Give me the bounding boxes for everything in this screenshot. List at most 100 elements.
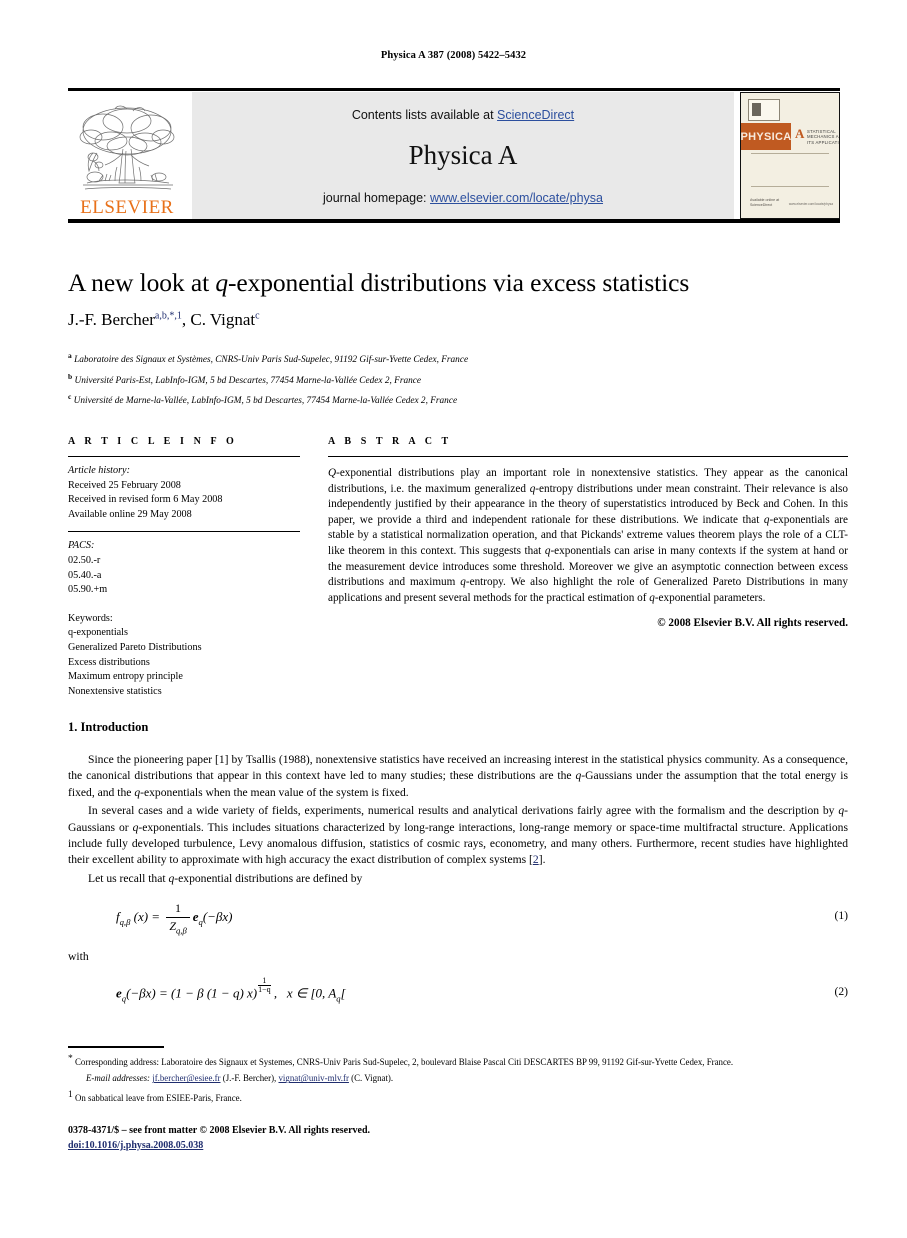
email-link-vignat[interactable]: vignat@univ-mlv.fr xyxy=(278,1073,348,1083)
cover-footer-sciencedirect: ScienceDirect xyxy=(750,203,773,207)
equation-connector-with: with xyxy=(68,949,89,963)
keyword-item: Generalized Pareto Distributions xyxy=(68,641,202,653)
cover-rule-1 xyxy=(751,153,829,154)
cover-logo-box xyxy=(748,99,780,121)
abstract-panel: A B S T R A C T Q-exponential distributi… xyxy=(328,436,848,629)
equation-1-number: (1) xyxy=(834,909,848,923)
contents-prefix: Contents lists available at xyxy=(351,108,498,122)
journal-homepage-link[interactable]: www.elsevier.com/locate/physa xyxy=(430,191,603,205)
page-title: A new look at q-exponential distribution… xyxy=(68,268,848,297)
cover-band-letter: A xyxy=(795,126,805,141)
affiliation-mark: b xyxy=(68,371,73,381)
running-head: Physica A 387 (2008) 5422–5432 xyxy=(380,50,527,61)
para-frag: ]. xyxy=(538,853,546,867)
keyword-item: Nonextensive statistics xyxy=(68,685,162,697)
journal-title: Physica A xyxy=(408,140,518,170)
introduction-section: 1. Introduction Since the pioneering pap… xyxy=(68,720,848,1003)
article-info-panel: A R T I C L E I N F O Article history: R… xyxy=(68,436,300,699)
title-post: -exponential distributions via excess st… xyxy=(228,268,690,297)
abstract-rule xyxy=(328,456,848,457)
masthead-bottom-rule xyxy=(68,219,840,223)
affiliation-text: Laboratoire des Signaux et Systèmes, CNR… xyxy=(74,355,469,366)
equation-1-body: fq,β (x) = 1 Zq,β eq(−βx) xyxy=(116,901,233,936)
pacs-label: PACS: xyxy=(68,540,95,552)
elsevier-logo: ELSEVIER xyxy=(68,92,186,219)
email-2-who: (C. Vignat). xyxy=(348,1073,394,1084)
article-info-rule-top xyxy=(68,456,300,457)
footnote-emails: E-mail addresses: jf.bercher@esiee.fr (J… xyxy=(68,1072,848,1085)
abstract-frag: -exponential parameters. xyxy=(654,591,766,604)
pacs-item: 02.50.-r xyxy=(68,554,101,566)
author-1-affil-marks: a,b,*,1 xyxy=(154,310,182,322)
cover-footer-avail: Available online at xyxy=(750,198,780,202)
intro-paragraph-1: Since the pioneering paper [1] by Tsalli… xyxy=(68,752,848,801)
sciencedirect-link[interactable]: ScienceDirect xyxy=(497,108,574,122)
cover-rule-2 xyxy=(751,186,829,187)
author-1: J.-F. Bercher xyxy=(68,310,155,329)
cover-title-band: PHYSICA A STATISTICAL MECHANICS AND ITS … xyxy=(741,123,839,150)
footnote-corresponding: * Corresponding address: Laboratoire des… xyxy=(68,1053,848,1069)
article-history-item: Received 25 February 2008 xyxy=(68,479,181,491)
para-frag: Let us recall that xyxy=(88,871,169,885)
affiliation-text: Université de Marne-la-Vallée, LabInfo-I… xyxy=(73,396,458,407)
footnote-one-mark: 1 xyxy=(68,1089,73,1100)
equation-2: eq(−βx) = (1 − β (1 − q) x) 1 1−q , x ∈ [0… xyxy=(68,975,848,1003)
para-frag: -exponential distributions are defined b… xyxy=(174,871,363,885)
cover-footer-right: www.elsevier.com/locate/physa xyxy=(788,202,833,206)
paper-page: Physica A 387 (2008) 5422–5432 ELSEVIER … xyxy=(0,0,907,1238)
contents-available-line: Contents lists available at ScienceDirec… xyxy=(192,108,734,122)
footnote-separator xyxy=(68,1046,164,1048)
fraction: 1 Zq,β xyxy=(166,901,190,936)
author-2: C. Vignat xyxy=(190,310,256,329)
masthead-top-rule xyxy=(68,88,840,91)
pacs-item: 05.90.+m xyxy=(68,584,108,596)
affiliation-item: b Université Paris-Est, LabInfo-IGM, 5 b… xyxy=(68,369,848,390)
homepage-prefix: journal homepage: xyxy=(322,191,431,205)
journal-cover-thumbnail: PHYSICA A STATISTICAL MECHANICS AND ITS … xyxy=(740,92,840,219)
keyword-item: Maximum entropy principle xyxy=(68,671,183,683)
affiliation-list: a Laboratoire des Signaux et Systèmes, C… xyxy=(68,348,848,410)
footnote-star-mark: * xyxy=(68,1054,73,1064)
title-q: q xyxy=(215,268,228,297)
abstract-copyright: © 2008 Elsevier B.V. All rights reserved… xyxy=(657,617,848,630)
elsevier-tree-icon xyxy=(79,105,175,190)
exponent-fraction: 1 1−q xyxy=(258,975,271,995)
article-history-block: Article history: Received 25 February 20… xyxy=(68,464,300,522)
article-info-heading: A R T I C L E I N F O xyxy=(68,436,238,447)
article-info-rule-mid xyxy=(68,531,300,533)
abstract-text: Q-exponential distributions play an impo… xyxy=(328,466,848,606)
author-2-affil-marks: c xyxy=(255,310,260,322)
contents-box: Contents lists available at ScienceDirec… xyxy=(192,92,734,219)
intro-paragraph-2: In several cases and a wide variety of f… xyxy=(68,803,848,869)
keyword-item: Excess distributions xyxy=(68,656,150,668)
imprint-block: 0378-4371/$ – see front matter © 2008 El… xyxy=(68,1124,848,1153)
elsevier-wordmark: ELSEVIER xyxy=(80,197,174,218)
doi-link[interactable]: doi:10.1016/j.physa.2008.05.038 xyxy=(68,1140,203,1151)
issn-front-matter: 0378-4371/$ – see front matter © 2008 El… xyxy=(68,1125,371,1136)
equation-2-body: eq(−βx) = (1 − β (1 − q) x) 1 1−q , x ∈ [0… xyxy=(116,975,346,1003)
keywords-label: Keywords: xyxy=(68,612,113,624)
article-history-item: Available online 29 May 2008 xyxy=(68,508,192,520)
keyword-item: q-exponentials xyxy=(68,627,128,639)
email-1-who: (J.-F. Bercher), xyxy=(220,1073,279,1084)
article-history-item: Received in revised form 6 May 2008 xyxy=(68,494,223,506)
footnote-sabbatical: 1 On sabbatical leave from ESIEE-Paris, … xyxy=(68,1089,848,1105)
equation-2-number: (2) xyxy=(834,984,848,998)
equation-1: fq,β (x) = 1 Zq,β eq(−βx) (1) xyxy=(68,901,848,935)
pacs-item: 05.40.-a xyxy=(68,569,102,581)
affiliation-item: a Laboratoire des Signaux et Systèmes, C… xyxy=(68,348,848,369)
affiliation-mark: a xyxy=(68,351,72,360)
email-link-bercher[interactable]: jf.bercher@esiee.fr xyxy=(152,1073,220,1083)
email-label: E-mail addresses: xyxy=(86,1073,151,1084)
author-list: J.-F. Berchera,b,*,1, C. Vignatc xyxy=(68,310,848,330)
footnote-star-text: Corresponding address: Laboratoire des S… xyxy=(74,1056,734,1067)
cover-band-subtitle: STATISTICAL MECHANICS AND ITS APPLICATIO… xyxy=(807,129,839,145)
journal-masthead: ELSEVIER Contents lists available at Sci… xyxy=(68,88,840,219)
para-frag: -exponentials when the mean value of the… xyxy=(140,785,409,799)
article-history-label: Article history: xyxy=(68,465,130,476)
affiliation-mark: c xyxy=(68,392,72,402)
affiliation-text: Université Paris-Est, LabInfo-IGM, 5 bd … xyxy=(74,375,422,386)
cover-band-title: PHYSICA xyxy=(741,123,791,150)
para-frag: In several cases and a wide variety of f… xyxy=(88,804,839,818)
footnote-block: * Corresponding address: Laboratoire des… xyxy=(68,1053,848,1105)
